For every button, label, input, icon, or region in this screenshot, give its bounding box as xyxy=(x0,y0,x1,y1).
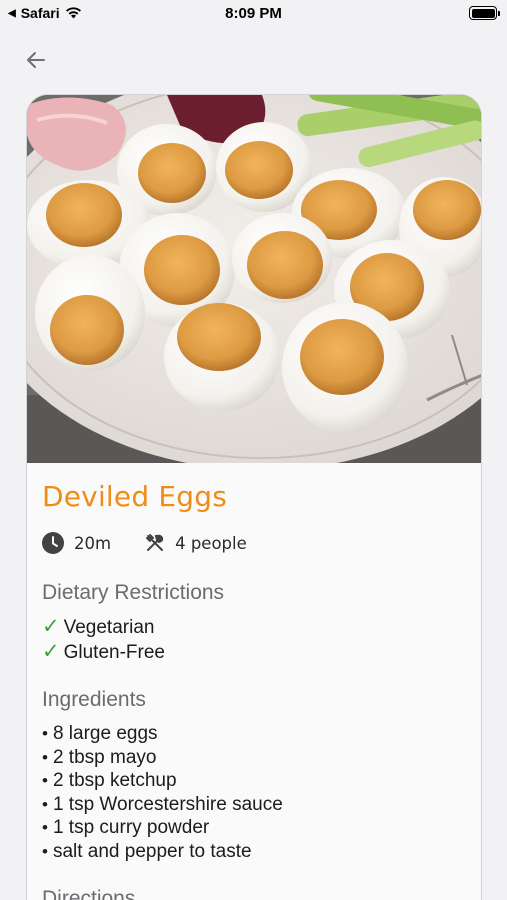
ingredients-heading: Ingredients xyxy=(42,688,146,711)
checkmark-icon: ✓ xyxy=(42,615,60,638)
bullet-icon: • xyxy=(42,724,48,743)
dietary-list: ✓ Vegetarian ✓ Gluten-Free xyxy=(42,615,468,664)
ingredient-item: • 1 tsp curry powder xyxy=(42,817,210,838)
bullet-icon: • xyxy=(42,747,48,767)
ingredient-item: • salt and pepper to taste xyxy=(42,840,252,862)
back-button[interactable] xyxy=(22,46,50,74)
dietary-item: ✓ Gluten-Free xyxy=(42,639,165,663)
ingredients-list: • 8 large eggs • 2 tbsp mayo • 2 tbsp ketch… xyxy=(42,722,468,863)
utensils-icon xyxy=(146,534,164,551)
servings-value: 4 people xyxy=(175,533,247,553)
clock-icon xyxy=(42,532,64,554)
ingredient-item: • 8 large eggs xyxy=(42,723,158,744)
prep-time-value: 20m xyxy=(74,533,112,553)
status-time: 8:09 PM xyxy=(225,5,282,22)
bullet-icon: • xyxy=(42,771,48,790)
arrow-left-icon xyxy=(27,52,45,68)
bullet-icon: • xyxy=(42,818,48,837)
bullet-icon: • xyxy=(42,794,48,814)
bullet-icon: • xyxy=(42,841,48,861)
ingredient-item: • 1 tsp Worcestershire sauce xyxy=(42,793,283,815)
battery-icon xyxy=(469,6,500,20)
ingredient-item: • 2 tbsp ketchup xyxy=(42,770,177,791)
recipe-content: Deviled Eggs 20m 4 people Dietary Restri… xyxy=(42,475,468,900)
status-bar: ◀ Safari 8:09 PM xyxy=(0,0,507,28)
recipe-meta: 20m 4 people xyxy=(42,529,468,557)
recipe-photo xyxy=(27,95,481,463)
directions-heading: Directions xyxy=(42,887,136,900)
recipe-title: Deviled Eggs xyxy=(42,480,228,513)
prep-time: 20m xyxy=(42,532,111,554)
recipe-card: Deviled Eggs 20m 4 people Dietary Restri… xyxy=(26,94,482,900)
checkmark-icon: ✓ xyxy=(42,639,60,663)
servings: 4 people xyxy=(145,533,247,553)
ingredient-item: • 2 tbsp mayo xyxy=(42,746,157,768)
dietary-heading: Dietary Restrictions xyxy=(42,581,225,604)
dietary-item: ✓ Vegetarian xyxy=(42,615,155,638)
